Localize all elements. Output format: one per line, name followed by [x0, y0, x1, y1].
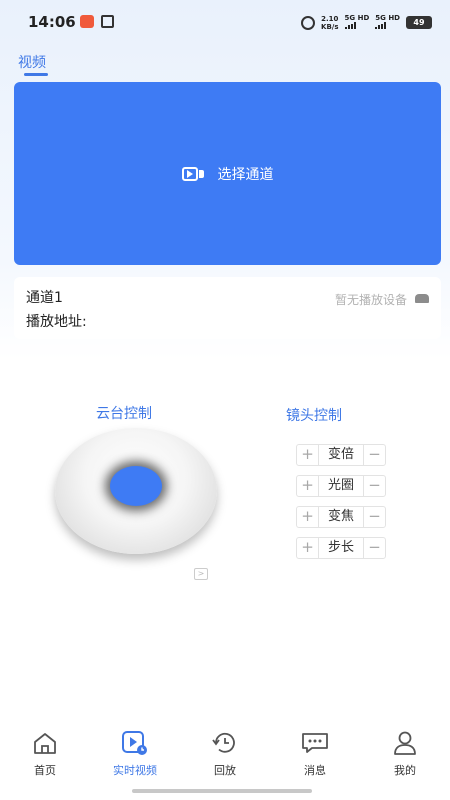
lens-title: 镜头控制	[286, 408, 342, 424]
status-indicators: 2.10 KB/s 5G HD 5G HD 49	[301, 14, 432, 31]
signal-1: 5G HD	[344, 14, 370, 31]
status-bar: 14:06 2.10 KB/s 5G HD 5G HD 49	[0, 0, 450, 44]
bottom-nav: 首页 实时视频 回放 消息 我的	[0, 730, 450, 786]
channel-info-card: 通道1 播放地址: 暂无播放设备	[14, 277, 441, 339]
nav-item-messages[interactable]: 消息	[270, 730, 360, 786]
nav-item-playback[interactable]: 回放	[180, 730, 270, 786]
lens-focus-control: + 变焦 −	[296, 506, 386, 528]
home-indicator	[132, 789, 312, 793]
device-icon	[415, 294, 429, 303]
expand-icon[interactable]: >	[194, 568, 208, 580]
nav-label-playback: 回放	[214, 764, 236, 777]
no-device-text: 暂无播放设备	[334, 293, 407, 307]
ptz-center-button[interactable]	[110, 466, 162, 506]
signal-bars-icon	[375, 22, 387, 29]
step-minus-button[interactable]: −	[363, 538, 385, 558]
signal-bars-icon	[344, 22, 356, 29]
zoom-plus-button[interactable]: +	[297, 445, 319, 465]
iris-plus-button[interactable]: +	[297, 476, 319, 496]
signal-1-label: 5G HD	[344, 14, 370, 22]
nav-label-live-video: 实时视频	[113, 764, 157, 777]
step-plus-button[interactable]: +	[297, 538, 319, 558]
nav-label-messages: 消息	[304, 764, 326, 777]
ptz-joystick[interactable]	[55, 428, 217, 554]
network-speed: 2.10 KB/s	[321, 15, 338, 31]
iris-minus-button[interactable]: −	[363, 476, 385, 496]
zoom-label: 变倍	[327, 447, 354, 462]
message-icon	[300, 730, 330, 756]
network-speed-value: 2.10	[321, 14, 339, 23]
profile-icon	[390, 730, 420, 756]
tab-underline	[24, 73, 48, 76]
signal-2: 5G HD	[375, 14, 400, 31]
playback-icon	[210, 730, 240, 756]
select-channel-button[interactable]: 选择通道	[181, 164, 274, 184]
play-address-label: 播放地址:	[26, 314, 87, 330]
notification-app-icon	[80, 15, 94, 28]
channel-name: 通道1	[26, 290, 63, 306]
alarm-icon	[301, 15, 316, 30]
lens-step-control: + 步长 −	[296, 537, 386, 559]
ptz-title: 云台控制	[96, 406, 152, 422]
home-icon	[30, 730, 60, 756]
network-speed-unit: KB/s	[321, 22, 339, 31]
video-player[interactable]: 选择通道	[14, 82, 441, 265]
select-channel-label: 选择通道	[217, 166, 274, 183]
focus-label: 变焦	[327, 509, 354, 524]
live-video-icon	[120, 730, 150, 756]
video-camera-icon	[181, 166, 204, 181]
zoom-minus-button[interactable]: −	[363, 445, 385, 465]
nav-item-home[interactable]: 首页	[0, 730, 90, 786]
nav-item-live-video[interactable]: 实时视频	[90, 730, 180, 786]
iris-label: 光圈	[327, 478, 354, 493]
step-label: 步长	[327, 540, 354, 555]
focus-plus-button[interactable]: +	[297, 507, 319, 527]
nav-label-profile: 我的	[394, 764, 416, 777]
tab-video[interactable]: 视频	[18, 52, 46, 72]
notification-app-icon-2	[101, 15, 114, 28]
lens-iris-control: + 光圈 −	[296, 475, 386, 497]
signal-2-label: 5G HD	[375, 14, 400, 22]
focus-minus-button[interactable]: −	[363, 507, 385, 527]
status-time: 14:06	[28, 13, 76, 31]
nav-item-profile[interactable]: 我的	[360, 730, 450, 786]
nav-label-home: 首页	[34, 764, 56, 777]
battery-icon: 49	[406, 16, 432, 29]
lens-zoom-control: + 变倍 −	[296, 444, 386, 466]
